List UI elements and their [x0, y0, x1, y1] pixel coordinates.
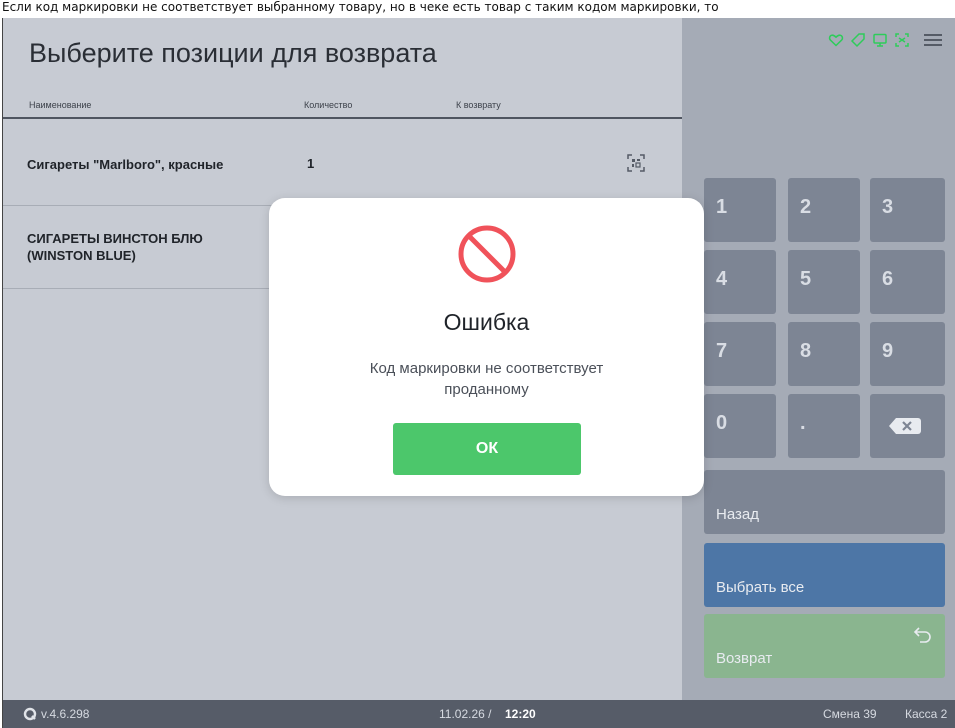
forbidden-icon: [458, 225, 516, 283]
pos-app: Выберите позиции для возврата Наименован…: [2, 18, 955, 728]
status-bar: v.4.6.298 11.02.26 / 12:20 Смена 39 Касс…: [3, 700, 955, 728]
monitor-icon[interactable]: [872, 32, 888, 48]
key-5[interactable]: 5: [788, 250, 860, 314]
item-name: Сигареты "Marlboro", красные: [27, 157, 224, 172]
return-arrow-icon: [913, 627, 931, 643]
datamatrix-icon[interactable]: [626, 153, 646, 173]
table-row[interactable]: Сигареты "Marlboro", красные 1: [3, 119, 682, 206]
column-header-return: К возврату: [456, 100, 501, 110]
date-label: 11.02.26 /: [439, 707, 492, 721]
backspace-icon: [889, 418, 921, 434]
tag-icon[interactable]: [850, 32, 866, 48]
dialog-title: Ошибка: [443, 309, 530, 335]
item-quantity: 1: [307, 156, 315, 171]
key-4[interactable]: 4: [704, 250, 776, 314]
version-label: v.4.6.298: [41, 707, 90, 721]
caption-text: Если код маркировки не соответствует выб…: [0, 0, 955, 18]
app-logo-icon: [23, 707, 37, 721]
shift-label: Смена 39: [823, 707, 877, 721]
item-name-line1: СИГАРЕТЫ ВИНСТОН БЛЮ: [27, 231, 203, 246]
key-dot[interactable]: .: [788, 394, 860, 458]
item-name: СИГАРЕТЫ ВИНСТОН БЛЮ (WINSTON BLUE): [27, 230, 203, 264]
key-7[interactable]: 7: [704, 322, 776, 386]
menu-icon[interactable]: [922, 32, 944, 48]
column-header-quantity: Количество: [304, 100, 353, 110]
back-button[interactable]: Назад: [704, 470, 945, 534]
time-label: 12:20: [505, 707, 536, 721]
error-dialog: Ошибка Код маркировки не соответствует п…: [269, 198, 704, 496]
return-button[interactable]: Возврат: [704, 614, 945, 678]
key-0[interactable]: 0: [704, 394, 776, 458]
ok-button[interactable]: ОК: [393, 423, 581, 475]
key-9[interactable]: 9: [870, 322, 945, 386]
register-label: Касса 2: [905, 707, 948, 721]
key-6[interactable]: 6: [870, 250, 945, 314]
scan-icon[interactable]: [894, 32, 910, 48]
page-title: Выберите позиции для возврата: [29, 38, 437, 68]
key-3[interactable]: 3: [870, 178, 945, 242]
backspace-key[interactable]: [870, 394, 945, 458]
return-button-label: Возврат: [716, 650, 773, 667]
key-8[interactable]: 8: [788, 322, 860, 386]
item-name-line2: (WINSTON BLUE): [27, 248, 136, 263]
top-icons: [828, 32, 944, 48]
heart-icon[interactable]: [828, 32, 844, 48]
dialog-message: Код маркировки не соответствует проданно…: [369, 360, 604, 398]
select-all-button[interactable]: Выбрать все: [704, 543, 945, 607]
column-header-name: Наименование: [29, 100, 92, 110]
key-2[interactable]: 2: [788, 178, 860, 242]
keypad-panel: 1 2 3 4 5 6 7 8 9 0 . Назад Выбрать все …: [682, 18, 955, 700]
key-1[interactable]: 1: [704, 178, 776, 242]
